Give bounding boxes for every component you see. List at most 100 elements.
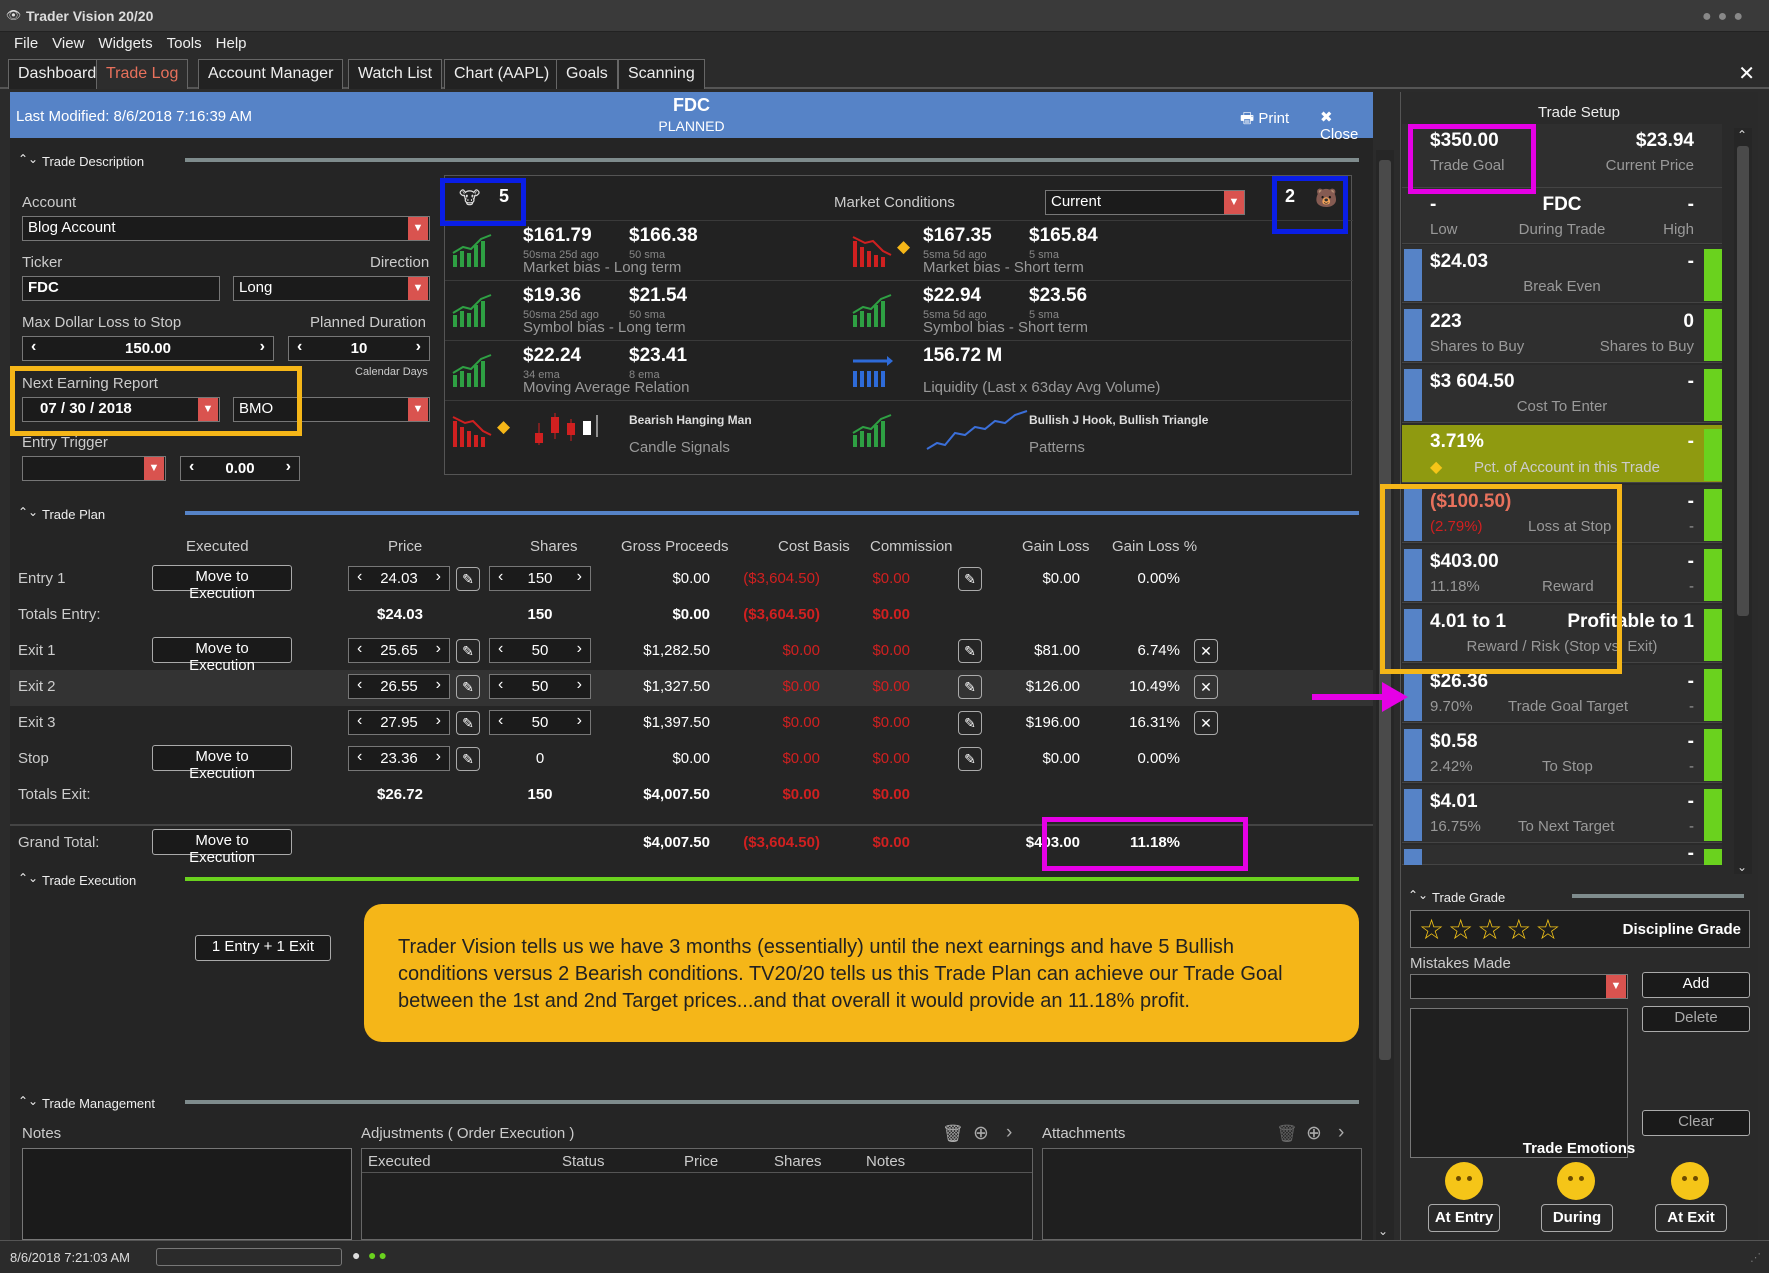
chevron-down-icon[interactable]: ▼: [1606, 975, 1626, 998]
calculator-icon[interactable]: ✎: [456, 675, 480, 699]
setup-scrollbar[interactable]: ⌃ ⌄: [1734, 128, 1752, 874]
gain-loss-pct: 16.31%: [1129, 714, 1180, 731]
gross-proceeds: $0.00: [672, 750, 710, 767]
chart-up-icon: [852, 414, 892, 447]
move-to-execution-button[interactable]: Move to Execution: [152, 565, 292, 602]
chevron-right-icon[interactable]: ›: [1338, 1122, 1344, 1144]
row-label: Stop: [18, 750, 49, 767]
collapse-icon[interactable]: ⌃⌄: [1408, 888, 1428, 902]
trash-icon[interactable]: 🗑: [942, 1124, 964, 1144]
setup-next-target-row: $4.01- 16.75% To Next Target -: [1402, 785, 1722, 843]
collapse-icon[interactable]: ⌃⌄: [18, 505, 38, 519]
max-loss-stepper[interactable]: ‹ 150.00 ›: [22, 336, 274, 361]
window-controls[interactable]: ●●●: [1702, 8, 1749, 26]
ticker-label: Ticker: [22, 254, 63, 271]
menu-help[interactable]: Help: [202, 33, 247, 52]
section-trade-grade[interactable]: ⌃⌄ Trade Grade: [1400, 884, 1758, 910]
tab-watch-list[interactable]: Watch List: [348, 59, 443, 89]
tab-chart[interactable]: Chart (AAPL): [444, 59, 560, 89]
title-bar: 👁 Trader Vision 20/20 ●●●: [0, 0, 1769, 32]
at-exit-button[interactable]: At Exit: [1655, 1204, 1727, 1232]
tab-account-manager[interactable]: Account Manager: [198, 59, 344, 89]
chevron-right-icon[interactable]: ›: [1006, 1122, 1012, 1144]
chevron-down-icon[interactable]: ▼: [144, 457, 164, 480]
warning-icon: ◆: [897, 237, 911, 256]
direction-select[interactable]: Long: [233, 276, 430, 301]
chevron-down-icon[interactable]: ▼: [408, 217, 428, 240]
collapse-icon[interactable]: ⌃⌄: [18, 871, 38, 885]
chevron-down-icon[interactable]: ⌄: [1378, 1224, 1388, 1238]
discipline-grade[interactable]: ☆☆☆☆☆ Discipline Grade: [1410, 910, 1750, 948]
move-to-execution-button[interactable]: Move to Execution: [152, 745, 292, 782]
calculator-icon[interactable]: ✎: [456, 639, 480, 663]
chevron-down-icon[interactable]: ⌄: [1737, 860, 1747, 874]
resize-grip-icon[interactable]: ⋰: [1750, 1251, 1761, 1264]
move-to-execution-button[interactable]: Move to Execution: [152, 637, 292, 674]
mistakes-list[interactable]: [1410, 1008, 1628, 1158]
tab-dashboard[interactable]: Dashboard: [8, 59, 107, 89]
calculator-icon[interactable]: ✎: [456, 567, 480, 591]
entry-exit-button[interactable]: 1 Entry + 1 Exit: [195, 935, 331, 961]
period-select[interactable]: Current: [1045, 190, 1245, 215]
menu-file[interactable]: File: [0, 33, 38, 52]
adjustments-table[interactable]: Executed Status Price Shares Notes: [361, 1148, 1033, 1240]
price-stepper[interactable]: ‹ 24.03 ›: [348, 566, 450, 591]
smiley-icon[interactable]: [1557, 1162, 1595, 1200]
section-trade-plan[interactable]: ⌃⌄ Trade Plan: [10, 501, 1373, 527]
smiley-icon[interactable]: [1671, 1162, 1709, 1200]
chevron-down-icon[interactable]: ▼: [408, 398, 428, 421]
add-circle-icon[interactable]: ⊕: [1306, 1122, 1322, 1145]
menu-tools[interactable]: Tools: [153, 33, 202, 52]
mistakes-select[interactable]: [1410, 974, 1628, 999]
status-time: 8/6/2018 7:21:03 AM: [10, 1250, 130, 1265]
chevron-down-icon[interactable]: ▼: [408, 277, 428, 300]
smiley-icon[interactable]: [1445, 1162, 1483, 1200]
entry-trigger-stepper[interactable]: ‹ 0.00 ›: [180, 456, 300, 481]
price-stepper[interactable]: ‹ 26.55 ›: [348, 674, 450, 699]
move-to-execution-button[interactable]: Move to Execution: [152, 829, 292, 866]
price-stepper[interactable]: ‹ 25.65 ›: [348, 638, 450, 663]
section-trade-description[interactable]: ⌃⌄ Trade Description: [10, 148, 1373, 174]
gain-loss-pct: 0.00%: [1137, 570, 1180, 587]
warning-icon: ◆: [497, 417, 511, 436]
add-button[interactable]: Add: [1642, 972, 1750, 998]
delete-icon[interactable]: ✕: [1194, 711, 1218, 735]
close-button[interactable]: ✖ Close: [1320, 108, 1373, 143]
bearish-highlight: [1272, 176, 1348, 234]
add-circle-icon[interactable]: ⊕: [973, 1122, 989, 1145]
delete-button[interactable]: Delete: [1642, 1006, 1750, 1032]
print-button[interactable]: 🖶 Print: [1240, 108, 1289, 133]
duration-stepper[interactable]: ‹ 10 ›: [288, 336, 430, 361]
calculator-icon[interactable]: ✎: [456, 711, 480, 735]
ticker-input[interactable]: FDC: [22, 276, 220, 301]
menu-view[interactable]: View: [38, 33, 84, 52]
notes-input[interactable]: [22, 1148, 352, 1240]
chart-down-icon: [452, 416, 492, 447]
collapse-icon[interactable]: ⌃⌄: [18, 152, 38, 166]
price-stepper[interactable]: ‹ 23.36 ›: [348, 746, 450, 771]
calculator-icon[interactable]: ✎: [456, 747, 480, 771]
chevron-up-icon[interactable]: ⌃: [1737, 128, 1747, 142]
tab-scanning[interactable]: Scanning: [618, 59, 705, 89]
tab-trade-log[interactable]: Trade Log: [96, 59, 189, 89]
attachments-list[interactable]: [1042, 1148, 1362, 1240]
commission: $0.00: [872, 714, 910, 731]
during-button[interactable]: During: [1541, 1204, 1613, 1232]
delete-icon[interactable]: ✕: [1194, 675, 1218, 699]
gain-loss: $126.00: [1025, 678, 1080, 695]
price-value: $26.72: [377, 786, 423, 803]
chevron-down-icon[interactable]: ▼: [1224, 191, 1244, 214]
menu-widgets[interactable]: Widgets: [84, 33, 152, 52]
tab-goals[interactable]: Goals: [556, 59, 618, 89]
star-rating-icon[interactable]: ☆☆☆☆☆: [1419, 913, 1565, 946]
collapse-icon[interactable]: ⌃⌄: [18, 1094, 38, 1108]
clear-button[interactable]: Clear: [1642, 1110, 1750, 1136]
account-select[interactable]: Blog Account: [22, 216, 430, 241]
section-trade-management[interactable]: ⌃⌄ Trade Management: [10, 1090, 1373, 1116]
at-entry-button[interactable]: At Entry: [1428, 1204, 1500, 1232]
commission: $0.00: [872, 834, 910, 851]
trash-icon[interactable]: 🗑: [1276, 1124, 1298, 1144]
close-icon[interactable]: ✕: [1738, 61, 1755, 86]
price-stepper[interactable]: ‹ 27.95 ›: [348, 710, 450, 735]
delete-icon[interactable]: ✕: [1194, 639, 1218, 663]
